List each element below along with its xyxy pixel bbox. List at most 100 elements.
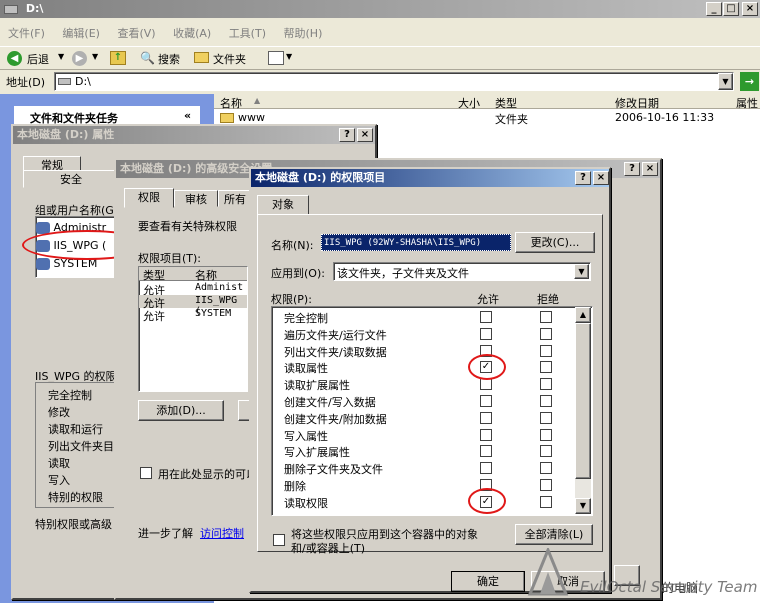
properties-title: 本地磁盘 (D:) 属性 [17, 128, 115, 141]
folders-icon[interactable] [194, 52, 209, 63]
entry-row[interactable]: 允许 Administ [139, 282, 247, 297]
entries-col-type[interactable]: 类型 [143, 267, 165, 283]
entries-col-name[interactable]: 名称 [195, 267, 217, 283]
deny-checkbox[interactable] [540, 378, 552, 391]
drive-icon [4, 4, 18, 14]
search-icon[interactable]: 🔍 [140, 51, 155, 65]
deny-checkbox[interactable] [540, 462, 552, 475]
permissions-scrollbar[interactable]: ▲ ▼ [575, 307, 591, 514]
deny-checkbox[interactable] [540, 445, 552, 458]
permission-row: 创建文件夹/附加数据 [272, 410, 572, 427]
advanced-help-button[interactable]: ? [624, 162, 640, 176]
forward-icon[interactable]: ▶ [72, 51, 87, 66]
collapse-chevron-icon[interactable]: « [184, 109, 191, 122]
column-date[interactable]: 修改日期 [615, 95, 659, 111]
allow-checkbox[interactable] [480, 462, 492, 475]
add-button[interactable]: 添加(D)... [138, 400, 224, 421]
back-dropdown-icon[interactable]: ▼ [58, 52, 64, 61]
tab-permissions-label: 权限 [138, 191, 160, 204]
apply-to-dropdown-button[interactable]: ▼ [574, 264, 589, 279]
entry-title-bar: 本地磁盘 (D:) 的权限项目 [251, 169, 609, 187]
deny-checkbox[interactable] [540, 344, 552, 357]
search-button-label[interactable]: 搜索 [158, 51, 180, 67]
explorer-minimize-button[interactable]: _ [706, 2, 722, 16]
properties-close-button[interactable]: × [357, 128, 373, 142]
toolbar: ◀ 后退 ▼ ▶ ▼ ↑ 🔍 搜索 文件夹 ▼ [0, 46, 760, 70]
menu-edit[interactable]: 编辑(E) [62, 27, 100, 40]
deny-checkbox[interactable] [540, 327, 552, 340]
allow-header: 允许 [477, 293, 499, 306]
tab-security-label: 安全 [60, 173, 82, 186]
deny-checkbox[interactable] [540, 361, 552, 374]
entry-help-button[interactable]: ? [575, 171, 591, 185]
ok-button[interactable]: 确定 [451, 571, 525, 592]
access-control-link[interactable]: 访问控制 [200, 525, 244, 541]
entry-row[interactable]: 允许 SYSTEM [139, 308, 247, 323]
tab-auditing[interactable]: 审核 [174, 190, 218, 207]
allow-checkbox[interactable] [480, 411, 492, 424]
inherit-checkbox[interactable] [140, 467, 152, 479]
forward-dropdown-icon[interactable]: ▼ [92, 52, 98, 61]
tab-auditing-label: 审核 [185, 193, 207, 206]
permission-label: 删除子文件夹及文件 [284, 463, 383, 477]
address-input[interactable]: D:\ [54, 72, 734, 91]
deny-checkbox[interactable] [540, 495, 552, 508]
folders-button-label[interactable]: 文件夹 [213, 51, 246, 67]
column-attributes[interactable]: 属性 [736, 95, 758, 111]
perm-item: 读取 [48, 457, 70, 470]
apply-to-select[interactable]: 该文件夹，子文件夹及文件 ▼ [333, 262, 591, 281]
perm-item: 特别的权限 [48, 491, 103, 504]
allow-checkbox[interactable] [480, 311, 492, 323]
permission-rows: 完全控制 遍历文件夹/运行文件 列出文件夹/读取数据 读取属性 ✓ 读取扩展属性 创建文件/… [272, 307, 572, 515]
column-size[interactable]: 大小 [458, 95, 480, 111]
properties-help-button[interactable]: ? [339, 128, 355, 142]
address-label: 地址(D) [6, 76, 46, 89]
permission-label: 读取权限 [284, 496, 328, 510]
menu-view[interactable]: 查看(V) [117, 27, 155, 40]
deny-checkbox[interactable] [540, 428, 552, 441]
menu-help[interactable]: 帮助(H) [284, 27, 323, 40]
advanced-close-button[interactable]: × [642, 162, 658, 176]
permission-row: 写入扩展属性 [272, 443, 572, 460]
column-type[interactable]: 类型 [495, 95, 517, 111]
go-icon[interactable]: → [740, 72, 759, 91]
entries-list[interactable]: 类型 名称 允许 Administ 允许 IIS_WPG ( 允许 SYSTEM [138, 266, 248, 392]
scroll-thumb[interactable] [575, 323, 591, 479]
views-icon[interactable] [268, 51, 284, 65]
views-dropdown-icon[interactable]: ▼ [286, 52, 292, 61]
explorer-maximize-button[interactable]: □ [723, 2, 739, 16]
permission-entry-dialog: 本地磁盘 (D:) 的权限项目 ? × 对象 名称(N): IIS_WPG (9… [249, 167, 611, 593]
back-icon[interactable]: ◀ [7, 51, 22, 66]
permissions-list[interactable]: 完全控制 遍历文件夹/运行文件 列出文件夹/读取数据 读取属性 ✓ 读取扩展属性 创建文件/… [271, 306, 593, 516]
scroll-up-button[interactable]: ▲ [575, 307, 591, 323]
menu-tools[interactable]: 工具(T) [229, 27, 266, 40]
column-name[interactable]: 名称 [220, 95, 242, 111]
tab-permissions[interactable]: 权限 [124, 188, 174, 208]
allow-checkbox[interactable] [480, 428, 492, 441]
deny-checkbox[interactable] [540, 479, 552, 491]
address-dropdown-button[interactable]: ▼ [718, 73, 733, 90]
scroll-down-button[interactable]: ▼ [575, 498, 591, 514]
entry-close-button[interactable]: × [593, 171, 609, 185]
tab-security[interactable]: 安全 [23, 170, 119, 188]
allow-checkbox[interactable] [480, 327, 492, 340]
menu-favorites[interactable]: 收藏(A) [173, 27, 211, 40]
up-folder-icon[interactable]: ↑ [110, 51, 126, 65]
apply-to-label: 应用到(O): [271, 267, 325, 280]
permission-row: 创建文件/写入数据 [272, 393, 572, 410]
explorer-close-button[interactable]: × [742, 2, 758, 16]
menu-file[interactable]: 文件(F) [8, 27, 45, 40]
deny-checkbox[interactable] [540, 311, 552, 323]
permission-label: 写入属性 [284, 429, 328, 443]
tab-owner[interactable]: 所有 [218, 190, 252, 207]
deny-checkbox[interactable] [540, 395, 552, 407]
back-button-label[interactable]: 后退 [27, 51, 49, 67]
apply-only-checkbox[interactable] [273, 534, 285, 546]
allow-checkbox[interactable] [480, 445, 492, 458]
entry-row[interactable]: 允许 IIS_WPG ( [139, 295, 247, 317]
clear-all-button[interactable]: 全部清除(L) [515, 524, 593, 545]
tab-object[interactable]: 对象 [257, 195, 309, 215]
allow-checkbox[interactable] [480, 395, 492, 407]
change-button[interactable]: 更改(C)... [515, 232, 595, 253]
deny-checkbox[interactable] [540, 411, 552, 424]
